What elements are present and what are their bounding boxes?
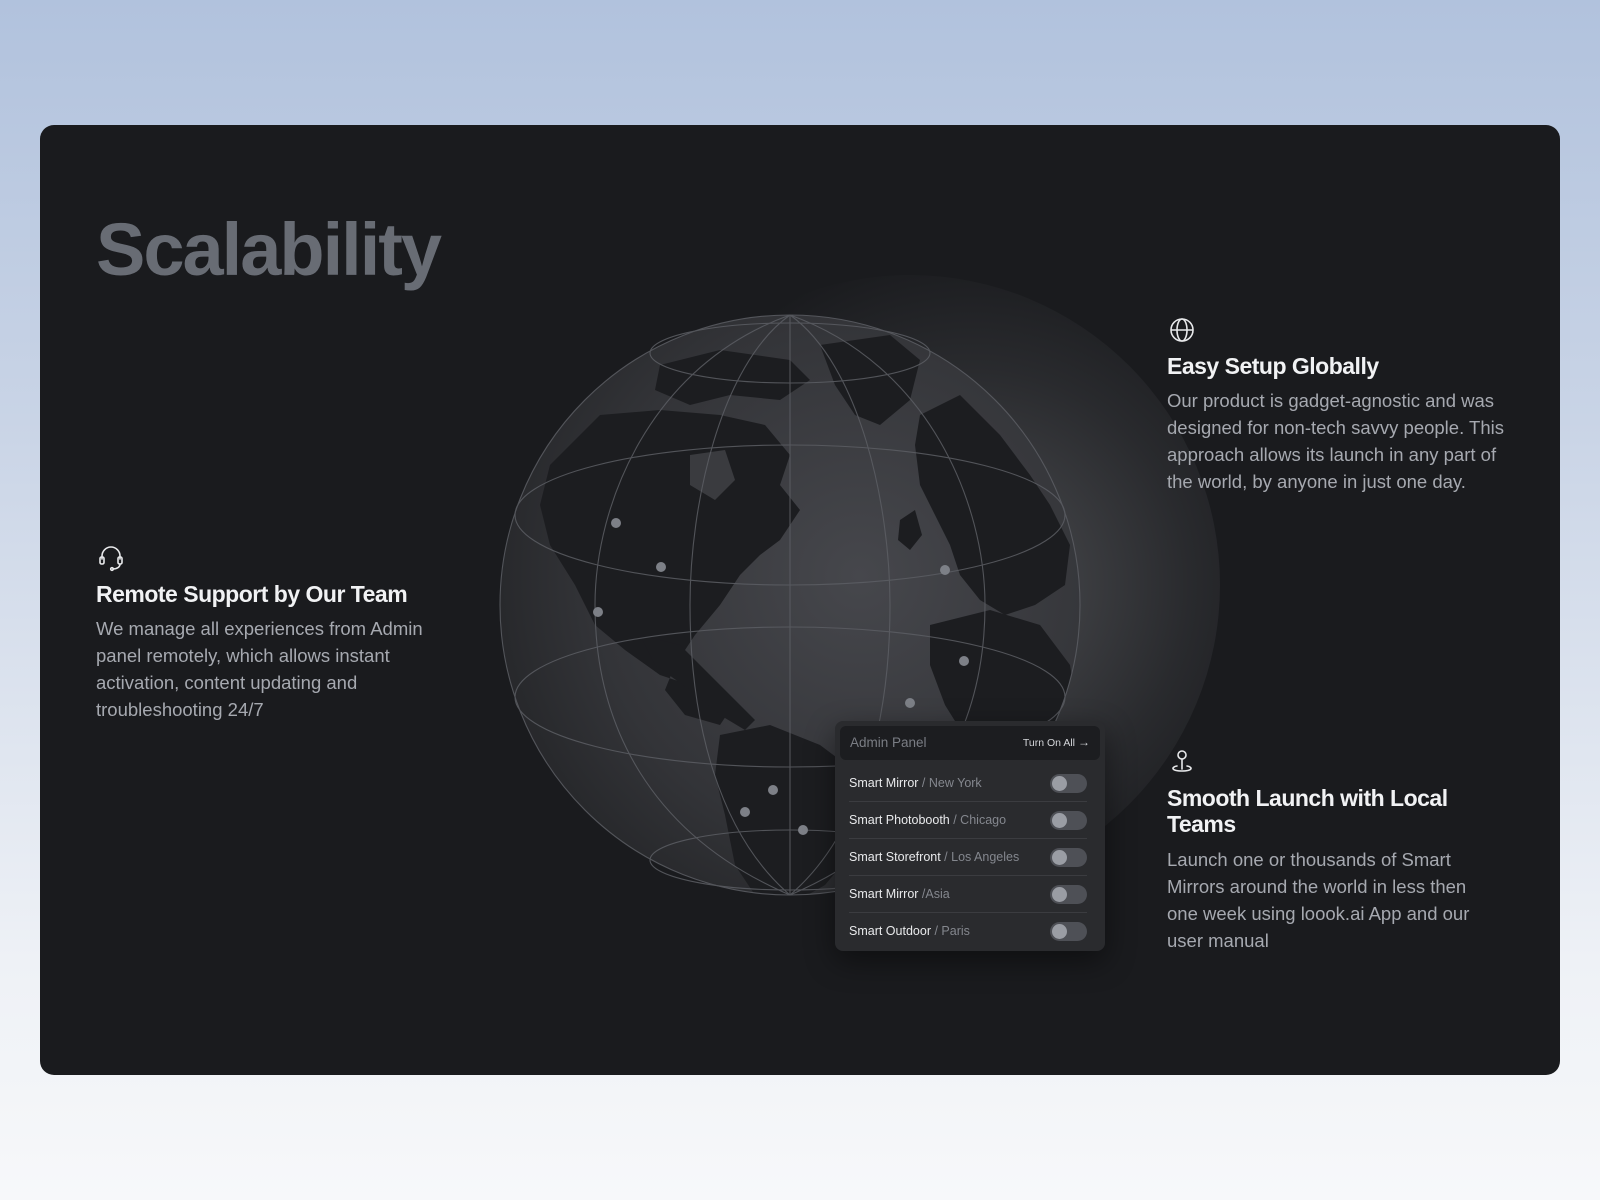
device-label: Smart Mirror /Asia (849, 887, 950, 901)
device-name: Smart Outdoor (849, 924, 931, 938)
device-name: Smart Mirror (849, 887, 919, 901)
device-row: Smart Photobooth / Chicago (849, 802, 1087, 839)
feature-easy-setup: Easy Setup Globally Our product is gadge… (1167, 315, 1512, 495)
location-dot (740, 807, 750, 817)
headset-icon (99, 546, 123, 572)
device-name: Smart Storefront (849, 850, 941, 864)
section-title: Scalability (96, 208, 442, 291)
globe-icon (1170, 318, 1194, 342)
location-dot (656, 562, 666, 572)
feature-description: We manage all experiences from Admin pan… (96, 618, 423, 721)
device-toggle[interactable] (1050, 921, 1087, 941)
device-name: Smart Photobooth (849, 813, 950, 827)
device-list: Smart Mirror / New York Smart Photobooth… (849, 765, 1087, 949)
toggle-knob (1052, 812, 1067, 828)
feature-description: Our product is gadget-agnostic and was d… (1167, 390, 1504, 493)
device-row: Smart Storefront / Los Angeles (849, 839, 1087, 876)
location-dot (593, 607, 603, 617)
location-dot (940, 565, 950, 575)
device-row: Smart Mirror /Asia (849, 876, 1087, 913)
device-row: Smart Mirror / New York (849, 765, 1087, 802)
arrow-right-icon: → (1078, 735, 1090, 749)
toggle-knob (1052, 923, 1067, 939)
turn-on-all-label: Turn On All (1022, 737, 1075, 749)
admin-panel: Admin Panel Turn On All → Smart Mirror / … (835, 721, 1105, 951)
feature-remote-support: Remote Support by Our Team We manage all… (96, 543, 441, 723)
device-location: / Paris (930, 924, 970, 938)
device-row: Smart Outdoor / Paris (849, 913, 1087, 949)
location-dot (798, 825, 808, 835)
location-dot (959, 656, 969, 666)
map-pin-icon (1172, 750, 1192, 772)
turn-on-all-button[interactable]: Turn On All → (1023, 735, 1090, 749)
feature-title: Smooth Launch with Local Teams (1167, 785, 1448, 838)
admin-panel-title: Admin Panel (850, 735, 927, 750)
device-toggle[interactable] (1050, 847, 1087, 867)
device-location: / Los Angeles (940, 850, 1020, 864)
feature-smooth-launch: Smooth Launch with Local Teams Launch on… (1167, 747, 1502, 954)
device-toggle[interactable] (1050, 810, 1087, 830)
device-label: Smart Mirror / New York (849, 776, 982, 790)
feature-title: Easy Setup Globally (1167, 353, 1379, 379)
feature-description: Launch one or thousands of Smart Mirrors… (1167, 848, 1470, 951)
device-label: Smart Outdoor / Paris (849, 924, 970, 938)
device-name: Smart Mirror (849, 776, 919, 790)
location-dot (768, 785, 778, 795)
device-label: Smart Storefront / Los Angeles (849, 850, 1019, 864)
device-toggle[interactable] (1050, 773, 1087, 793)
location-dot (905, 698, 915, 708)
toggle-knob (1052, 849, 1067, 865)
admin-panel-header: Admin Panel Turn On All → (840, 726, 1100, 760)
device-location: / Chicago (949, 813, 1007, 827)
device-toggle[interactable] (1050, 884, 1087, 904)
device-location: / New York (918, 776, 982, 790)
device-location: /Asia (918, 887, 950, 901)
feature-title: Remote Support by Our Team (96, 581, 408, 607)
location-dot (611, 518, 621, 528)
toggle-knob (1052, 886, 1067, 902)
toggle-knob (1052, 775, 1067, 791)
device-label: Smart Photobooth / Chicago (849, 813, 1006, 827)
scalability-card: Scalability Remote Support by Our Team W… (40, 125, 1560, 1075)
